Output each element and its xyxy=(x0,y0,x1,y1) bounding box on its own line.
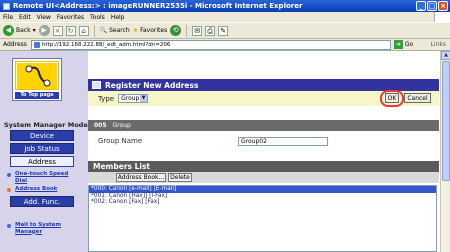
main-content: Register New Address Type Group ▼ OK Can… xyxy=(88,51,450,252)
address-bar: Address http://192.168.222.88/_edt_adm.h… xyxy=(0,39,450,51)
group-name-label: Group Name xyxy=(98,137,143,145)
edit-icon[interactable]: ✎ xyxy=(218,25,229,36)
left-navigation: To Top page System Manager Mode Device J… xyxy=(0,51,88,252)
links-button[interactable]: Links xyxy=(431,41,446,48)
scroll-up-icon[interactable]: ▲ xyxy=(441,51,450,60)
menu-favorites[interactable]: Favorites xyxy=(57,14,84,21)
nav-device[interactable]: Device xyxy=(10,130,74,141)
members-listbox[interactable]: *000: Canon [e-mail] [E-mail] *001: Cano… xyxy=(88,185,437,252)
delete-button[interactable]: Delete xyxy=(168,173,192,182)
go-button[interactable]: ➔ Go xyxy=(393,40,414,49)
list-item[interactable]: *002: Canon [Fax] [Fax] xyxy=(89,199,436,206)
entry-number-row: 005 Group xyxy=(88,120,439,131)
window-titlebar: Remote UI<Address:> : imageRUNNER2535i -… xyxy=(0,0,450,12)
menu-file[interactable]: File xyxy=(3,14,13,21)
favorites-label: Favorites xyxy=(140,27,168,34)
register-title: Register New Address xyxy=(105,80,199,90)
minimize-button[interactable]: _ xyxy=(416,1,426,11)
menu-tools[interactable]: Tools xyxy=(90,14,105,21)
chevron-down-icon: ▼ xyxy=(140,95,148,102)
mail-icon[interactable]: ✉ xyxy=(192,25,203,36)
print-icon[interactable]: ⎙ xyxy=(205,25,216,36)
bullet-icon xyxy=(7,173,11,177)
window-title: Remote UI<Address:> : imageRUNNER2535i -… xyxy=(13,2,303,10)
cancel-button[interactable]: Cancel xyxy=(404,93,431,103)
back-label: Back xyxy=(16,27,31,34)
members-toolbar: Address Book... Delete xyxy=(88,172,439,183)
toolbar-separator xyxy=(186,24,188,37)
menu-bar: File Edit View Favorites Tools Help xyxy=(0,12,450,22)
go-arrow-icon: ➔ xyxy=(393,40,403,49)
bullet-icon xyxy=(7,224,11,228)
back-dropdown-icon[interactable]: ▾ xyxy=(33,27,36,34)
mode-label: System Manager Mode xyxy=(4,121,88,129)
forward-button[interactable]: ▶ xyxy=(38,24,50,37)
vertical-scrollbar[interactable]: ▲ xyxy=(440,51,450,252)
stop-icon[interactable]: × xyxy=(52,25,63,36)
remote-ui-logo-icon xyxy=(15,61,59,90)
nav-address[interactable]: Address xyxy=(10,156,74,167)
one-touch-link[interactable]: One-touch Speed Dial xyxy=(15,171,75,184)
nav-add-func[interactable]: Add. Func. xyxy=(10,196,74,207)
forward-arrow-icon: ▶ xyxy=(38,25,50,36)
favorites-button[interactable]: ★ Favorites xyxy=(133,24,168,37)
menu-view[interactable]: View xyxy=(37,14,51,21)
entry-type: Group xyxy=(112,122,131,129)
type-select[interactable]: Group ▼ xyxy=(118,94,149,103)
group-name-input[interactable]: Group02 xyxy=(238,137,328,146)
members-list-header: Members List xyxy=(88,161,439,172)
go-label: Go xyxy=(404,41,414,48)
home-icon[interactable]: ⌂ xyxy=(78,25,89,36)
search-label: Search xyxy=(109,27,130,34)
search-icon: 🔍 xyxy=(99,27,108,34)
back-arrow-icon: ◀ xyxy=(3,25,14,36)
type-value: Group xyxy=(121,95,140,102)
address-book-button[interactable]: Address Book... xyxy=(116,173,166,182)
address-book-link[interactable]: Address Book xyxy=(15,186,57,193)
address-input[interactable]: http://192.168.222.88/_edt_adm.html?dn=2… xyxy=(30,39,391,50)
nav-job-status[interactable]: Job Status xyxy=(10,143,74,154)
mail-to-manager-link[interactable]: Mail to System Manager xyxy=(15,222,70,235)
group-name-row: Group Name Group02 xyxy=(88,131,439,148)
toolbar-separator xyxy=(93,24,95,37)
type-row: Type Group ▼ OK Cancel xyxy=(88,90,439,107)
register-icon xyxy=(92,81,101,89)
search-button[interactable]: 🔍 Search xyxy=(100,24,130,37)
ie-app-icon xyxy=(3,2,10,10)
windows-logo-icon xyxy=(434,12,450,22)
entry-number: 005 xyxy=(94,122,107,129)
refresh-icon[interactable]: ↻ xyxy=(65,25,76,36)
address-label: Address xyxy=(3,41,27,48)
menu-help[interactable]: Help xyxy=(111,14,125,21)
browser-toolbar: ◀ Back ▾ ▶ × ↻ ⌂ 🔍 Search ★ Favorites ⟲ … xyxy=(0,22,450,39)
back-button[interactable]: ◀ Back ▾ xyxy=(3,24,36,37)
close-button[interactable]: × xyxy=(438,1,448,11)
ok-button[interactable]: OK xyxy=(385,93,399,103)
type-label: Type xyxy=(98,94,115,103)
history-icon[interactable]: ⟲ xyxy=(170,25,182,36)
maximize-button[interactable]: □ xyxy=(427,1,437,11)
bullet-icon xyxy=(7,188,11,192)
top-page-button[interactable]: To Top page xyxy=(15,92,59,99)
favorites-star-icon: ★ xyxy=(132,27,139,34)
menu-edit[interactable]: Edit xyxy=(19,14,31,21)
scroll-thumb[interactable] xyxy=(442,61,450,181)
top-page-logo[interactable]: To Top page xyxy=(12,58,62,101)
